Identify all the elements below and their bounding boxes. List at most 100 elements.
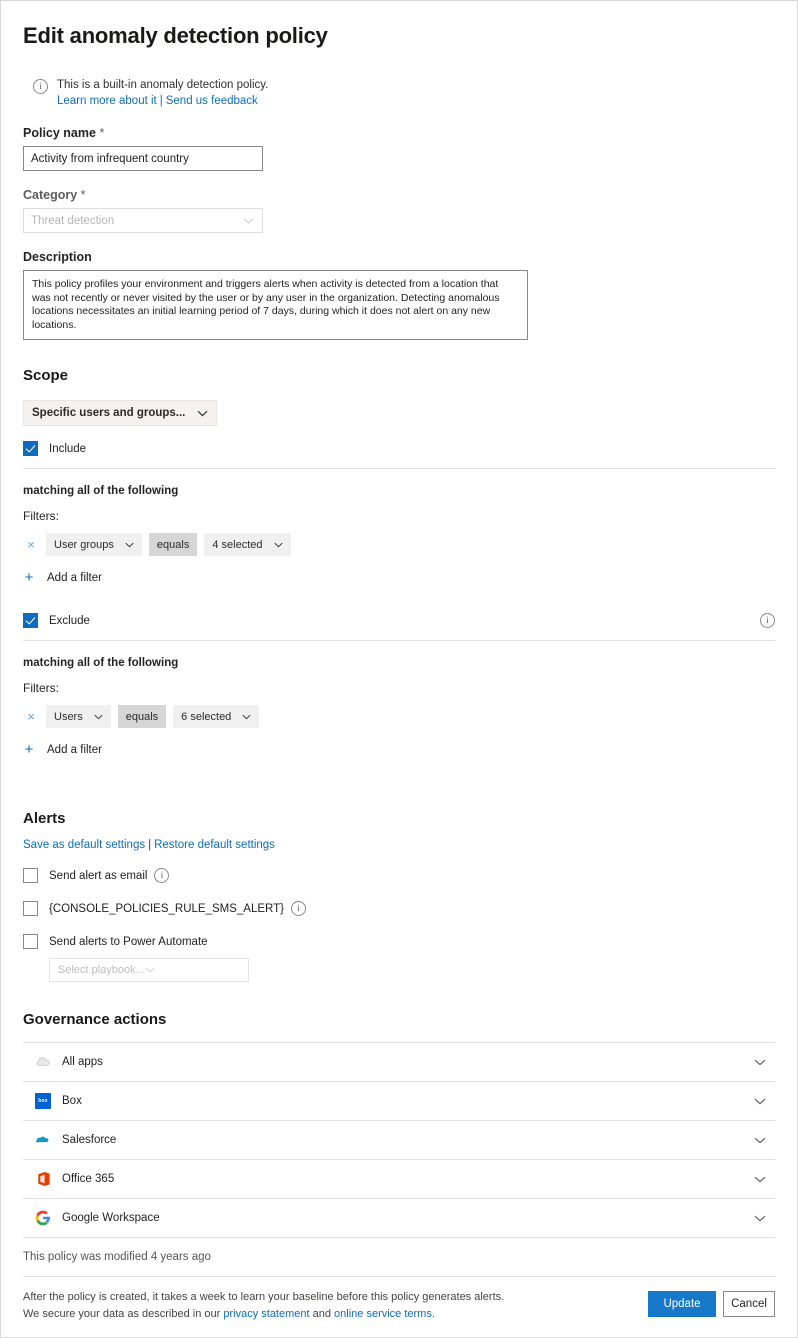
chevron-down-icon [273, 542, 283, 548]
page-title: Edit anomaly detection policy [23, 23, 328, 48]
link-separator: | [148, 839, 152, 851]
include-filter-field-value: User groups [54, 538, 114, 551]
google-icon [35, 1210, 51, 1226]
exclude-filter-row: × Users equals 6 selected [23, 705, 775, 728]
banner-text: This is a built-in anomaly detection pol… [57, 79, 269, 91]
sms-alert-info-icon[interactable]: i [291, 901, 307, 916]
include-checkbox[interactable] [23, 441, 38, 456]
sms-alert-checkbox[interactable] [23, 901, 38, 916]
chevron-down-icon [125, 542, 134, 548]
governance-list: All apps box Box Salesforce Office 365 G… [23, 1042, 775, 1238]
learn-more-link[interactable]: Learn more about it [57, 95, 157, 107]
chevron-down-icon[interactable] [754, 1215, 766, 1222]
office365-icon [35, 1171, 51, 1187]
send-alert-email-info-icon[interactable]: i [154, 868, 170, 883]
exclude-matching-text: matching all of the following [23, 657, 179, 669]
update-button[interactable]: Update [648, 1291, 716, 1317]
governance-row-all-apps[interactable]: All apps [23, 1043, 775, 1082]
include-add-filter-label: Add a filter [47, 571, 102, 584]
send-alert-email-label: Send alert as email [49, 869, 148, 882]
footer-bar: After the policy is created, it takes a … [23, 1289, 775, 1323]
governance-row-google-workspace[interactable]: Google Workspace [23, 1199, 775, 1238]
description-textarea[interactable]: This policy profiles your environment an… [23, 270, 528, 340]
footer-disclaimer-line1: After the policy is created, it takes a … [23, 1291, 505, 1303]
exclude-divider [23, 640, 775, 641]
cloud-icon [35, 1054, 51, 1070]
power-automate-label: Send alerts to Power Automate [49, 935, 208, 948]
include-add-filter-button[interactable]: + Add a filter [23, 570, 775, 585]
power-automate-row[interactable]: Send alerts to Power Automate [23, 934, 775, 949]
exclude-filter-operator[interactable]: equals [117, 705, 167, 728]
plus-icon: + [24, 741, 34, 758]
send-alert-email-row[interactable]: Send alert as email i [23, 868, 775, 883]
chevron-down-icon [145, 967, 155, 973]
remove-filter-icon[interactable]: × [23, 710, 39, 723]
exclude-add-filter-button[interactable]: + Add a filter [23, 742, 775, 757]
policy-modified-note: This policy was modified 4 years ago [23, 1251, 211, 1263]
power-automate-checkbox[interactable] [23, 934, 38, 949]
playbook-select[interactable]: Select playbook... [49, 958, 249, 982]
online-service-terms-link[interactable]: online service terms [334, 1308, 432, 1320]
exclude-filter-value: 6 selected [181, 710, 232, 723]
include-filter-value-dropdown[interactable]: 4 selected [204, 533, 291, 556]
banner-links: Learn more about it | Send us feedback [57, 93, 268, 109]
policy-name-field: Policy name * [23, 126, 775, 171]
required-asterisk: * [99, 126, 105, 140]
chevron-down-icon[interactable] [754, 1137, 766, 1144]
include-filter-value: 4 selected [212, 538, 263, 551]
governance-row-box[interactable]: box Box [23, 1082, 775, 1121]
policy-name-label: Policy name * [23, 126, 775, 140]
info-icon: i [33, 79, 48, 94]
category-label: Category * [23, 188, 775, 202]
category-select[interactable]: Threat detection [23, 208, 263, 233]
category-field: Category * Threat detection [23, 188, 775, 233]
exclude-filter-value-dropdown[interactable]: 6 selected [173, 705, 260, 728]
include-filter-row: × User groups equals 4 selected [23, 533, 775, 556]
policy-name-label-text: Policy name [23, 126, 96, 140]
governance-row-label: Google Workspace [62, 1212, 160, 1224]
remove-filter-icon[interactable]: × [23, 538, 39, 551]
governance-row-label: Office 365 [62, 1173, 115, 1185]
disclaimer-prefix: We secure your data as described in our [23, 1308, 224, 1320]
include-filter-field-dropdown[interactable]: User groups [46, 533, 142, 556]
chevron-down-icon [197, 410, 208, 417]
footer-disclaimer-line2: We secure your data as described in our … [23, 1306, 504, 1323]
include-matching-text: matching all of the following [23, 485, 179, 497]
exclude-checkbox-row[interactable]: Exclude i [23, 613, 775, 628]
chevron-down-icon [242, 714, 251, 720]
governance-row-office365[interactable]: Office 365 [23, 1160, 775, 1199]
footer-buttons: Update Cancel [648, 1289, 775, 1317]
chevron-down-icon[interactable] [754, 1098, 766, 1105]
edit-anomaly-detection-policy-page: Edit anomaly detection policy i This is … [0, 0, 798, 1338]
governance-row-label: Box [62, 1095, 82, 1107]
scope-dropdown[interactable]: Specific users and groups... [23, 400, 218, 426]
sms-alert-row[interactable]: {CONSOLE_POLICIES_RULE_SMS_ALERT} i [23, 901, 775, 916]
link-separator: | [159, 95, 163, 107]
playbook-placeholder: Select playbook... [58, 964, 145, 976]
send-feedback-link[interactable]: Send us feedback [166, 95, 258, 107]
include-filter-operator[interactable]: equals [148, 533, 198, 556]
include-filters-label: Filters: [23, 509, 59, 523]
governance-row-salesforce[interactable]: Salesforce [23, 1121, 775, 1160]
restore-default-settings-link[interactable]: Restore default settings [154, 839, 275, 851]
chevron-down-icon[interactable] [754, 1059, 766, 1066]
exclude-info-icon[interactable]: i [760, 613, 775, 628]
footer-disclaimer: After the policy is created, it takes a … [23, 1289, 504, 1323]
box-icon: box [35, 1093, 51, 1109]
description-label: Description [23, 250, 92, 264]
governance-row-label: All apps [62, 1056, 103, 1068]
cancel-button[interactable]: Cancel [723, 1291, 775, 1317]
governance-row-label: Salesforce [62, 1134, 117, 1146]
chevron-down-icon [243, 217, 254, 224]
privacy-statement-link[interactable]: privacy statement [223, 1308, 309, 1320]
save-default-settings-link[interactable]: Save as default settings [23, 839, 145, 851]
chevron-down-icon[interactable] [754, 1176, 766, 1183]
exclude-label: Exclude [49, 614, 90, 627]
alerts-default-links: Save as default settings | Restore default… [23, 839, 775, 851]
policy-name-input[interactable] [23, 146, 263, 171]
exclude-checkbox[interactable] [23, 613, 38, 628]
include-checkbox-row[interactable]: Include [23, 441, 775, 456]
governance-heading: Governance actions [23, 1011, 167, 1028]
exclude-filter-field-dropdown[interactable]: Users [46, 705, 111, 728]
send-alert-email-checkbox[interactable] [23, 868, 38, 883]
